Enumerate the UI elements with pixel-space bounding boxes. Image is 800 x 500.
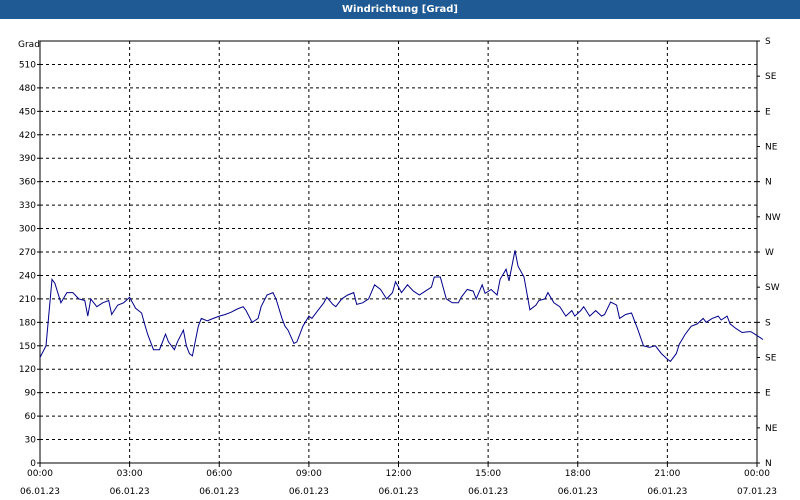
wind-direction-chart: 0 30 60 90 120 150 180 210 240 270 300 330 360 390 420… bbox=[18, 37, 781, 497]
right-axis-label: NE bbox=[765, 143, 778, 153]
y-tick-label: 120 bbox=[19, 365, 36, 375]
x-tick-time-label: 12:00 bbox=[386, 469, 412, 479]
y-tick-label: 240 bbox=[19, 271, 36, 281]
x-tick-date-label: 06.01.23 bbox=[558, 487, 598, 497]
y-tick-label: 390 bbox=[19, 154, 36, 164]
x-tick-time-label: 06:00 bbox=[206, 469, 232, 479]
y-tick-label: 30 bbox=[25, 436, 37, 446]
y-tick-label: 360 bbox=[19, 178, 36, 188]
x-tick-time-label: 03:00 bbox=[117, 469, 143, 479]
y-tick-label: 330 bbox=[19, 201, 36, 211]
right-axis-label: SW bbox=[765, 283, 780, 293]
right-axis-label: N bbox=[765, 178, 772, 188]
y-tick-label: 150 bbox=[19, 342, 36, 352]
chart-title: Windrichtung [Grad] bbox=[0, 0, 800, 19]
right-axis-label: SE bbox=[765, 354, 777, 364]
y-tick-label: 450 bbox=[19, 107, 36, 117]
x-tick-time-label: 00:00 bbox=[744, 469, 770, 479]
right-axis-label: SE bbox=[765, 72, 777, 82]
x-tick-date-label: 06.01.23 bbox=[199, 487, 239, 497]
y-axis-title: Grad bbox=[18, 40, 40, 50]
right-axis-label: E bbox=[765, 107, 771, 117]
y-tick-label: 300 bbox=[19, 225, 36, 235]
y-tick-label: 90 bbox=[25, 389, 37, 399]
x-tick-date-label: 06.01.23 bbox=[20, 487, 60, 497]
right-axis-label: NE bbox=[765, 424, 778, 434]
y-tick-label: 270 bbox=[19, 248, 36, 258]
right-axis-label: S bbox=[765, 318, 771, 328]
right-axis-label: S bbox=[765, 37, 771, 47]
y-tick-label: 420 bbox=[19, 131, 36, 141]
right-axis-label: NW bbox=[765, 213, 781, 223]
x-tick-date-label: 06.01.23 bbox=[289, 487, 329, 497]
x-tick-date-label: 06.01.23 bbox=[110, 487, 150, 497]
y-tick-label: 210 bbox=[19, 295, 36, 305]
x-tick-time-label: 09:00 bbox=[296, 469, 322, 479]
x-tick-date-label: 06.01.23 bbox=[468, 487, 508, 497]
x-tick-time-label: 21:00 bbox=[654, 469, 680, 479]
y-tick-label: 510 bbox=[19, 60, 36, 70]
x-tick-date-label: 06.01.23 bbox=[647, 487, 687, 497]
y-tick-label: 60 bbox=[25, 412, 37, 422]
y-tick-label: 0 bbox=[30, 459, 36, 469]
right-axis-label: N bbox=[765, 459, 772, 469]
x-tick-time-label: 00:00 bbox=[27, 469, 53, 479]
x-tick-date-label: 06.01.23 bbox=[378, 487, 418, 497]
x-tick-time-label: 18:00 bbox=[565, 469, 591, 479]
right-axis-label: E bbox=[765, 389, 771, 399]
x-tick-time-label: 15:00 bbox=[475, 469, 501, 479]
x-tick-date-label: 07.01.23 bbox=[737, 487, 777, 497]
y-tick-label: 180 bbox=[19, 318, 36, 328]
y-tick-label: 480 bbox=[19, 84, 36, 94]
right-axis-label: W bbox=[765, 248, 774, 258]
